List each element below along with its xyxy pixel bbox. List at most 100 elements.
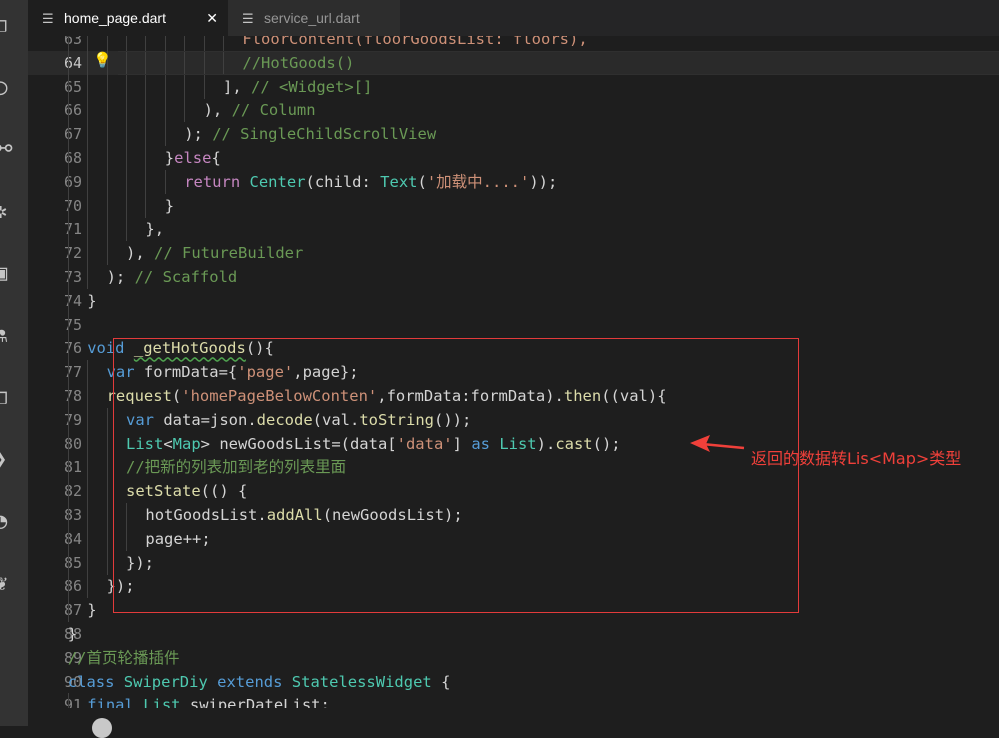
code-token: var xyxy=(106,363,144,382)
code-token: ); xyxy=(184,125,213,144)
line-number: 87 xyxy=(63,601,82,620)
code-line[interactable]: 87} xyxy=(28,598,999,623)
close-icon[interactable]: ✕ xyxy=(206,0,218,36)
indent-guide xyxy=(87,384,89,408)
indent-guide xyxy=(126,74,127,99)
code-line[interactable]: 89//首页轮播插件 xyxy=(28,646,999,670)
code-token: 'data' xyxy=(396,434,453,453)
code-line[interactable]: 82 setState(() { xyxy=(28,479,999,504)
code-token: // Column xyxy=(231,101,316,120)
code-line[interactable]: 68}else{ xyxy=(28,146,999,170)
indent-guide xyxy=(145,74,147,99)
indent-guide xyxy=(223,36,224,51)
code-line[interactable]: 86}); xyxy=(28,574,999,599)
code-line[interactable]: 71}, xyxy=(28,217,999,242)
code-text: page++; xyxy=(145,527,210,551)
docker-icon[interactable]: ❦ xyxy=(0,572,28,596)
code-line[interactable]: 65], // <Widget>[] xyxy=(28,74,999,99)
indent-guide xyxy=(145,122,147,147)
indent-guide xyxy=(106,217,108,242)
code-line[interactable]: 91 final List swiperDateList; xyxy=(28,693,999,708)
line-number: 68 xyxy=(63,149,82,167)
code-editor[interactable]: 63 FloorContent(floorGoodsList: floors), 6… xyxy=(28,36,999,708)
indent-guide xyxy=(106,36,108,51)
code-line[interactable]: 66), // Column xyxy=(28,98,999,123)
code-token: SwiperDiy xyxy=(123,672,218,691)
code-token: page++; xyxy=(145,529,211,548)
code-line[interactable]: 67); // SingleChildScrollView xyxy=(28,122,999,147)
code-line[interactable]: 70} xyxy=(28,193,999,218)
flask-icon[interactable]: ⚗ xyxy=(0,324,28,348)
tab-home-page-dart[interactable]: ☰ home_page.dart ✕ xyxy=(28,0,228,36)
code-token: hotGoodsList. xyxy=(145,506,267,524)
indent-guide xyxy=(145,36,147,51)
code-token: ), xyxy=(126,244,154,263)
code-token: _getHotGoods xyxy=(133,339,246,358)
code-line[interactable]: 75 xyxy=(28,312,999,337)
code-line[interactable]: 78 request('homePageBelowConten',formData… xyxy=(28,384,999,408)
indent-guide xyxy=(145,50,147,75)
code-line[interactable]: 84 page++; xyxy=(28,526,999,551)
code-line[interactable]: 90 class SwiperDiy extends StatelessWidge… xyxy=(28,670,999,694)
line-number: 79 xyxy=(63,410,82,429)
code-line[interactable]: 85}); xyxy=(28,550,999,575)
indent-guide xyxy=(164,122,166,147)
indent-guide xyxy=(126,526,127,551)
indent-guide xyxy=(106,122,108,147)
extensions-icon[interactable]: ▣ xyxy=(0,262,28,286)
code-token: (); xyxy=(592,434,621,453)
code-token: ] xyxy=(452,434,472,453)
horizontal-scrollbar[interactable] xyxy=(28,708,999,726)
code-line[interactable]: 83 hotGoodsList.addAll(newGoodsList); xyxy=(28,503,999,527)
line-number: 76 xyxy=(63,339,82,358)
code-line[interactable]: 88} xyxy=(28,622,999,646)
code-token: (newGoodsList); xyxy=(322,506,463,524)
indent-guide xyxy=(184,50,186,75)
code-token: }); xyxy=(106,577,135,596)
indent-guide xyxy=(87,50,89,75)
terminal-icon[interactable]: ❯ xyxy=(0,448,28,472)
indent-guide xyxy=(184,74,186,99)
code-line[interactable]: 76 void _getHotGoods(){ xyxy=(28,336,999,361)
indent-guide xyxy=(106,526,108,551)
code-line[interactable]: 69 return Center(child: Text('加载中....')); xyxy=(28,169,999,194)
code-token: // <Widget>[] xyxy=(251,77,373,96)
code-line[interactable]: 77 var formData={'page',page}; xyxy=(28,360,999,385)
code-text: request('homePageBelowConten',formData:f… xyxy=(107,384,667,408)
code-line[interactable]: 74} xyxy=(28,288,999,313)
code-line[interactable]: 64 //HotGoods() xyxy=(28,50,999,75)
indent-guide xyxy=(126,50,127,75)
code-text: } xyxy=(87,289,96,313)
debug-icon[interactable]: ✲ xyxy=(0,200,28,224)
scroll-thumb[interactable] xyxy=(92,718,112,738)
timeline-icon[interactable]: ◔ xyxy=(0,510,28,534)
remote-icon[interactable]: ❒ xyxy=(0,386,28,410)
indent-guide xyxy=(223,50,224,75)
code-token: { xyxy=(441,672,451,691)
tab-service-url-dart[interactable]: ☰ service_url.dart xyxy=(228,0,400,36)
line-number: 74 xyxy=(63,291,82,310)
code-token: // Scaffold xyxy=(134,268,238,286)
code-line[interactable]: 73); // Scaffold xyxy=(28,265,999,289)
explorer-icon[interactable]: ❐ xyxy=(0,14,28,38)
lightbulb-icon[interactable]: 💡 xyxy=(93,52,112,68)
indent-guide xyxy=(67,241,69,266)
code-token: swiperDateList; xyxy=(189,696,330,708)
line-number: 63 xyxy=(63,36,82,48)
search-icon[interactable]: ◯ xyxy=(0,76,28,100)
indent-guide xyxy=(164,98,166,123)
code-line[interactable]: 63 FloorContent(floorGoodsList: floors), xyxy=(28,36,999,51)
indent-guide xyxy=(67,479,69,504)
code-line[interactable]: 72), // FutureBuilder xyxy=(28,241,999,266)
indent-guide xyxy=(106,193,108,218)
indent-guide xyxy=(87,217,89,242)
activity-bar: ❐ ◯ ⚯ ✲ ▣ ⚗ ❒ ❯ ◔ ❦ xyxy=(0,0,28,726)
code-token: class xyxy=(67,672,124,691)
code-token: setState xyxy=(126,482,201,501)
indent-guide xyxy=(184,36,186,51)
indent-guide xyxy=(67,407,69,432)
source-control-icon[interactable]: ⚯ xyxy=(0,138,28,162)
code-line[interactable]: 79 var data=json.decode(val.toString()); xyxy=(28,407,999,432)
code-token: } xyxy=(87,601,97,620)
indent-guide xyxy=(87,122,89,147)
